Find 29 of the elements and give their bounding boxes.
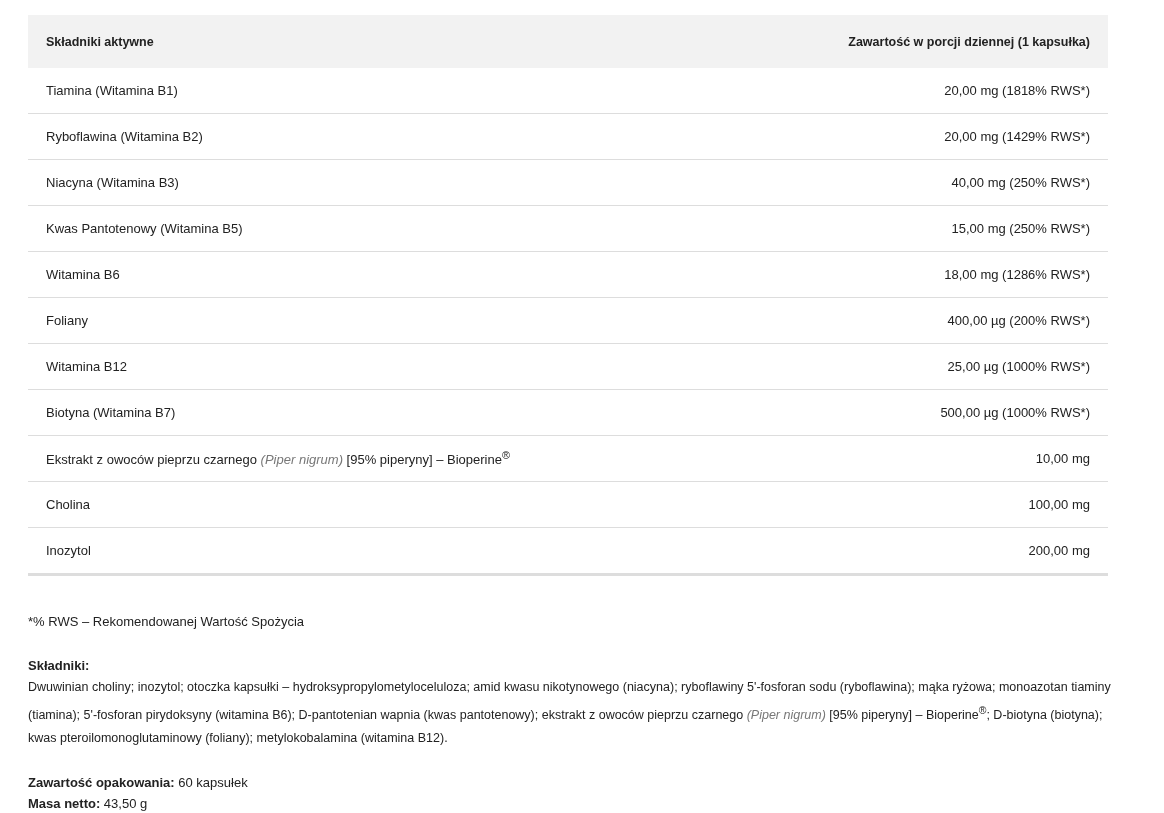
- table-cell: Foliany: [46, 313, 88, 328]
- table-cell: 500,00 µg (1000% RWS*): [940, 405, 1090, 420]
- table-cell: 200,00 mg: [1028, 543, 1090, 558]
- ingredients-text: Dwuwinian choliny; inozytol; otoczka kapsułki – hydroksypropylometyloceluloza; amid kwasu nikotynowego (niacyna); ryboflawiny 5'-fosforan sodu (ryboflawina); mąka ryżowa; monoazotan tiaminy (tiamina); 5'-fosforan pirydoksyny (witamina B6); D-pantotenian wapnia (kwas pantotenowy); ekstrakt z owoców pieprzu czarnego (Piper nigrum) [95% piperyny] – Bioperine$^{®}$; D-biotyna (biotyna); kwas pteroilomonoglutaminowy (foliany); metylokobalamina (witamina B12).: [28, 679, 1112, 748]
- table-cell: Ryboflawina (Witamina B2): [46, 129, 203, 144]
- table-cell: 40,00 mg (250% RWS*): [951, 175, 1090, 190]
- package-info: Masa netto: 43,50 g: [28, 795, 149, 813]
- footnote: *% RWS – Rekomendowanej Wartość Spożycia: [28, 614, 305, 629]
- table-cell: 18,00 mg (1286% RWS*): [944, 267, 1090, 282]
- table-cell: 100,00 mg: [1028, 497, 1090, 512]
- table-cell: 20,00 mg (1429% RWS*): [944, 129, 1090, 144]
- table-cell: 400,00 µg (200% RWS*): [947, 313, 1090, 328]
- table-cell: Niacyna (Witamina B3): [46, 175, 179, 190]
- column-header: Zawartość w porcji dziennej (1 kapsułka): [848, 34, 1090, 49]
- ingredients-heading: Składniki:: [28, 657, 91, 675]
- table-cell: 20,00 mg (1818% RWS*): [944, 83, 1090, 98]
- table-cell: Biotyna (Witamina B7): [46, 405, 176, 420]
- table-cell: Witamina B6: [46, 267, 120, 282]
- table-cell: 10,00 mg: [1035, 451, 1090, 466]
- table-cell: Inozytol: [46, 543, 91, 558]
- table-cell: Ekstrakt z owoców pieprzu czarnego (Piper nigrum) [95% piperyny] – Bioperine$^{®}$: [46, 449, 510, 468]
- package-info: Zawartość opakowania: 60 kapsułek: [28, 774, 249, 793]
- column-header: Składniki aktywne: [46, 34, 154, 49]
- table-cell: 25,00 µg (1000% RWS*): [947, 359, 1090, 374]
- table-cell: Cholina: [46, 497, 91, 512]
- table-cell: Kwas Pantotenowy (Witamina B5): [46, 221, 243, 236]
- table-cell: Witamina B12: [46, 359, 127, 374]
- table-cell: Tiamina (Witamina B1): [46, 83, 178, 98]
- table-cell: 15,00 mg (250% RWS*): [951, 221, 1090, 236]
